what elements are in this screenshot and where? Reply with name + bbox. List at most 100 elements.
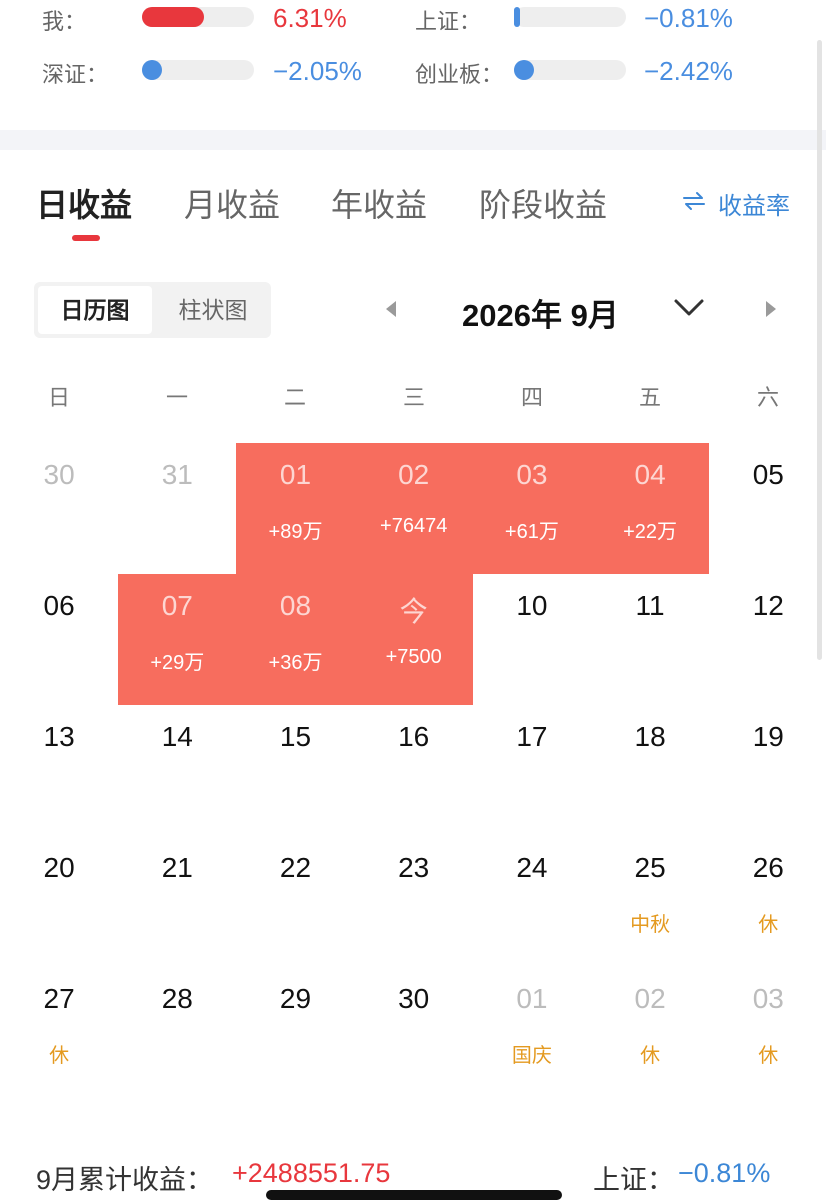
swap-arrows-icon [682,190,706,218]
tab-period-income[interactable]: 阶段收益 [479,180,607,226]
weekday-thu: 四 [520,385,543,410]
calendar-day-cell[interactable]: 今 +7500 [354,574,473,705]
calendar-day-number: 02 [398,459,430,490]
calendar-day-number: 01 [516,983,548,1014]
weekday-mon: 一 [165,385,188,410]
comparison-bar-sz [142,60,254,80]
active-tab-indicator [72,235,100,241]
calendar-day-number: 03 [752,983,784,1014]
chevron-down-icon[interactable] [672,294,706,325]
calendar-view-button[interactable]: 日历图 [38,286,152,334]
triangle-left-icon[interactable] [380,298,402,325]
calendar-day-cell[interactable]: 17 [473,705,591,836]
calendar-day-profit: +7500 [385,646,442,668]
calendar-day-cell[interactable]: 01 国庆 [473,967,591,1098]
month-label[interactable]: 2026年 9月 [462,290,619,335]
index-value: −0.81% [678,1158,771,1188]
calendar-day-cell[interactable]: 20 [0,836,118,967]
calendar-day-number: 26 [752,852,784,883]
calendar-day-cell[interactable]: 07 +29万 [118,574,237,705]
return-rate-toggle[interactable]: 收益率 [682,186,790,221]
calendar-day-number: 31 [161,459,193,490]
calendar-day-profit: +22万 [623,521,678,543]
calendar-day-cell[interactable]: 30 [0,443,118,574]
weekday-sun: 日 [47,385,70,410]
calendar-day-number: 今 [399,596,428,627]
calendar-day-number: 15 [279,721,312,752]
index-label: 上证： [593,1165,674,1195]
calendar-day-number: 30 [43,459,75,490]
calendar-day-number: 14 [161,721,193,752]
weekday-sat: 六 [756,385,779,410]
calendar-day-cell[interactable]: 08 +36万 [236,574,355,705]
calendar-day-profit: +89万 [268,521,323,543]
calendar-day-cell[interactable]: 03 +61万 [472,443,591,574]
calendar-day-holiday-note: 休 [758,914,779,936]
calendar-day-number: 05 [752,459,784,490]
calendar-day-cell[interactable]: 06 [0,574,118,705]
calendar-day-cell[interactable]: 11 [591,574,709,705]
calendar-day-cell[interactable]: 29 [236,967,354,1098]
comparison-label-sz: 深证： [42,62,109,87]
comparison-bar-fill-me [142,7,204,27]
calendar-day-cell[interactable]: 28 [118,967,236,1098]
month-total-label: 9月累计收益： [36,1165,214,1195]
comparison-bar-cyb [514,60,626,80]
calendar-day-number: 19 [752,721,784,752]
calendar-day-cell[interactable]: 14 [118,705,236,836]
calendar-day-cell[interactable]: 04 +22万 [591,443,710,574]
return-rate-label: 收益率 [718,193,790,220]
calendar-day-cell[interactable]: 31 [118,443,236,574]
calendar-day-cell[interactable]: 22 [236,836,354,967]
calendar-day-profit: +61万 [504,521,559,543]
calendar-day-number: 13 [43,721,75,752]
scrollbar[interactable] [817,40,822,660]
calendar-day-number: 06 [43,590,75,621]
calendar-day-cell[interactable]: 30 [355,967,473,1098]
calendar-day-cell[interactable]: 13 [0,705,118,836]
comparison-label-sh: 上证： [415,9,482,34]
calendar-day-cell[interactable]: 15 [236,705,354,836]
calendar-day-cell[interactable]: 12 [709,574,826,705]
tab-yearly-income[interactable]: 年收益 [331,180,427,226]
calendar-day-number: 02 [634,983,666,1014]
calendar-day-number: 28 [161,983,193,1014]
calendar-day-cell[interactable]: 25 中秋 [591,836,709,967]
calendar-day-cell[interactable]: 24 [473,836,591,967]
calendar-day-cell[interactable]: 02 +76474 [354,443,473,574]
calendar-day-number: 29 [279,983,312,1014]
calendar-day-profit: +36万 [268,652,323,674]
tab-monthly-income[interactable]: 月收益 [184,180,280,226]
calendar-day-holiday-note: 休 [640,1045,661,1067]
weekday-fri: 五 [638,385,661,410]
calendar-day-cell[interactable]: 18 [591,705,709,836]
calendar-day-holiday-note: 休 [49,1045,70,1067]
comparison-value-sh: −0.81% [644,3,733,33]
calendar-day-cell[interactable]: 21 [118,836,236,967]
calendar-day-cell[interactable]: 05 [709,443,826,574]
calendar-day-number: 27 [43,983,75,1014]
comparison-value-sz: −2.05% [273,56,362,86]
calendar-day-cell[interactable]: 19 [709,705,826,836]
comparison-label-cyb: 创业板： [415,62,504,87]
home-indicator [266,1190,562,1200]
tab-daily-income[interactable]: 日收益 [36,180,132,226]
comparison-value-cyb: −2.42% [644,56,733,86]
calendar-day-number: 24 [516,852,548,883]
comparison-bar-fill-sh [514,7,520,27]
calendar-day-cell[interactable]: 16 [355,705,473,836]
calendar-day-number: 01 [279,459,312,490]
calendar-day-cell[interactable]: 26 休 [709,836,826,967]
calendar-day-cell[interactable]: 10 [473,574,591,705]
calendar-day-cell[interactable]: 23 [355,836,473,967]
calendar-day-cell[interactable]: 02 休 [591,967,709,1098]
calendar-day-cell[interactable]: 01 +89万 [236,443,355,574]
calendar-day-holiday-note: 国庆 [511,1045,552,1067]
calendar-day-number: 12 [752,590,784,621]
bar-view-button[interactable]: 柱状图 [158,286,268,334]
weekday-wed: 三 [402,385,425,410]
triangle-right-icon[interactable] [760,298,782,325]
calendar-day-cell[interactable]: 27 休 [0,967,118,1098]
calendar-day-profit: +29万 [150,652,205,674]
calendar-day-cell[interactable]: 03 休 [709,967,826,1098]
